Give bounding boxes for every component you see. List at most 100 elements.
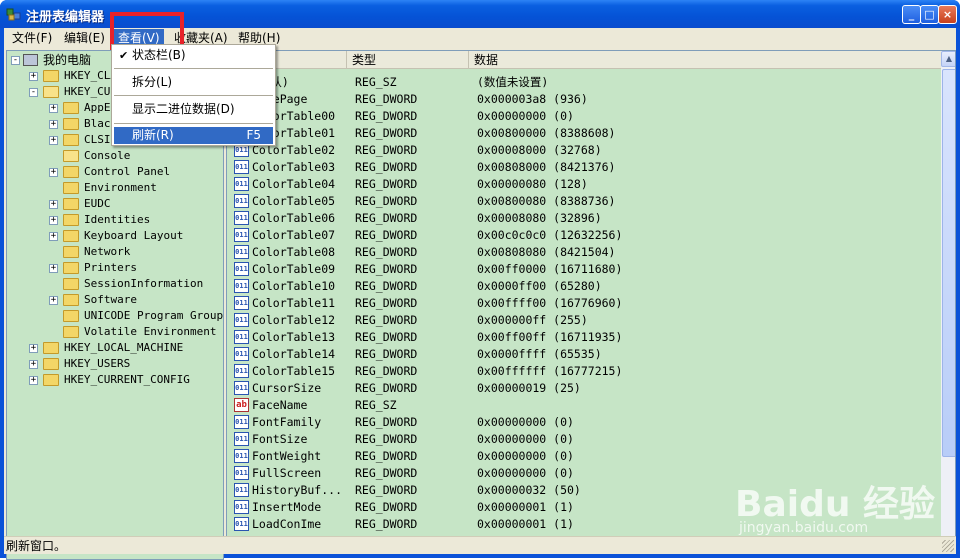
menu-item-statusbar[interactable]: ✔ 状态栏(B) xyxy=(114,47,273,64)
list-row[interactable]: 011 ColorTable03 REG_DWORD 0x00808000 (8421… xyxy=(227,159,939,176)
tree-item[interactable]: Identities xyxy=(84,212,150,228)
list-row[interactable]: 011ColorTable01REG_DWORD0x00800000 (8388… xyxy=(227,125,939,142)
expand-icon[interactable]: + xyxy=(49,104,58,113)
cell-type: REG_DWORD xyxy=(355,517,418,531)
list-row[interactable]: 011 ColorTable06 REG_DWORD 0x00008080 (3289… xyxy=(227,210,939,227)
expand-icon[interactable]: + xyxy=(49,200,58,209)
list-row[interactable]: 011 FullScreen REG_DWORD 0x00000000 (0) xyxy=(227,465,939,482)
list-row[interactable]: 011 ColorTable10 REG_DWORD 0x0000ff00 (6528… xyxy=(227,278,939,295)
string-value-icon: ab xyxy=(234,398,249,412)
cell-name: ColorTable15 xyxy=(252,364,336,378)
menu-item-show-binary[interactable]: 显示二进位数据(D) xyxy=(114,101,273,118)
tree-item[interactable]: Keyboard Layout xyxy=(84,228,183,244)
menu-item-shortcut: F5 xyxy=(246,128,261,142)
column-data-header[interactable]: 数据 xyxy=(469,51,943,69)
tree-item[interactable]: HKEY_LOCAL_MACHINE xyxy=(64,340,183,356)
cell-data: 0x00008000 (32768) xyxy=(477,143,602,157)
menu-item-refresh[interactable]: 刷新(R) F5 xyxy=(114,127,273,144)
column-type-header[interactable]: 类型 xyxy=(347,51,469,69)
expand-icon[interactable]: + xyxy=(29,376,38,385)
scrollbar-thumb[interactable] xyxy=(942,69,955,457)
expand-icon[interactable]: + xyxy=(29,360,38,369)
folder-icon xyxy=(63,134,79,146)
list-row[interactable]: 011 LoadConIme REG_DWORD 0x00000001 (1) xyxy=(227,516,939,533)
folder-open-icon xyxy=(43,86,59,98)
expand-icon[interactable]: + xyxy=(49,120,58,129)
list-row[interactable]: ab FaceName REG_SZ xyxy=(227,397,939,414)
expand-icon[interactable]: + xyxy=(29,344,38,353)
menu-edit[interactable]: 编辑(E) xyxy=(60,29,109,47)
maximize-button[interactable]: □ xyxy=(920,5,939,24)
list-row[interactable]: 011 ColorTable02 REG_DWORD 0x00008000 (3276… xyxy=(227,142,939,159)
tree-item[interactable]: Console xyxy=(84,148,130,164)
collapse-icon[interactable]: - xyxy=(29,88,38,97)
cell-data: 0x00000019 (25) xyxy=(477,381,581,395)
expand-icon[interactable]: + xyxy=(49,264,58,273)
list-row[interactable]: 011 FontFamily REG_DWORD 0x00000000 (0) xyxy=(227,414,939,431)
dword-value-icon: 011 xyxy=(234,279,249,293)
list-header: 名称 类型 数据 xyxy=(227,51,943,69)
list-row[interactable]: 011 ColorTable14 REG_DWORD 0x0000ffff (6553… xyxy=(227,346,939,363)
tree-item[interactable]: Volatile Environment xyxy=(84,324,216,340)
tree-item[interactable]: Control Panel xyxy=(84,164,170,180)
list-row[interactable]: 011 CursorSize REG_DWORD 0x00000019 (25) xyxy=(227,380,939,397)
cell-type: REG_SZ xyxy=(355,398,397,412)
expand-icon[interactable]: + xyxy=(49,216,58,225)
list-row[interactable]: 011 ColorTable15 REG_DWORD 0x00ffffff (1677… xyxy=(227,363,939,380)
menu-item-split[interactable]: 拆分(L) xyxy=(114,74,273,91)
cell-name: ColorTable03 xyxy=(252,160,336,174)
tree-item[interactable]: HKEY_CURRENT_CONFIG xyxy=(64,372,190,388)
cell-type: REG_DWORD xyxy=(355,313,418,327)
tree-item[interactable]: EUDC xyxy=(84,196,111,212)
list-row[interactable]: 011 HistoryBuf... REG_DWORD 0x00000032 (50) xyxy=(227,482,939,499)
list-row[interactable]: 011 ColorTable07 REG_DWORD 0x00c0c0c0 (1263… xyxy=(227,227,939,244)
tree-item[interactable]: HKEY_USERS xyxy=(64,356,130,372)
menu-file[interactable]: 文件(F) xyxy=(8,29,56,47)
expand-icon[interactable]: + xyxy=(49,232,58,241)
dword-value-icon: 011 xyxy=(234,160,249,174)
list-row[interactable]: 011 ColorTable12 REG_DWORD 0x000000ff (255) xyxy=(227,312,939,329)
dword-value-icon: 011 xyxy=(234,364,249,378)
minimize-button[interactable]: _ xyxy=(902,5,921,24)
tree-item[interactable]: Network xyxy=(84,244,130,260)
expand-icon[interactable]: + xyxy=(49,168,58,177)
tree-root-my-computer[interactable]: 我的电脑 xyxy=(43,52,91,68)
cell-data: 0x00800000 (8388608) xyxy=(477,126,616,140)
cell-data: (数值未设置) xyxy=(477,75,549,89)
list-row[interactable]: 011CodePageREG_DWORD0x000003a8 (936) xyxy=(227,91,939,108)
folder-icon xyxy=(63,246,79,258)
dword-value-icon: 011 xyxy=(234,483,249,497)
scroll-up-icon[interactable]: ▲ xyxy=(941,51,955,67)
list-row[interactable]: 011 ColorTable04 REG_DWORD 0x00000080 (128) xyxy=(227,176,939,193)
expand-icon[interactable]: + xyxy=(49,136,58,145)
cell-data: 0x00c0c0c0 (12632256) xyxy=(477,228,623,242)
folder-icon xyxy=(63,166,79,178)
value-list[interactable]: 名称 类型 数据 ab(默认)REG_SZ(数值未设置)011CodePageR… xyxy=(226,50,956,554)
collapse-icon[interactable]: - xyxy=(11,56,20,65)
list-row[interactable]: 011 ColorTable13 REG_DWORD 0x00ff00ff (1671… xyxy=(227,329,939,346)
close-button[interactable]: × xyxy=(938,5,957,24)
tree-item[interactable]: UNICODE Program Groups xyxy=(84,308,223,324)
expand-icon[interactable]: + xyxy=(49,296,58,305)
list-row[interactable]: ab(默认)REG_SZ(数值未设置) xyxy=(227,74,939,91)
list-row[interactable]: 011 ColorTable05 REG_DWORD 0x00800080 (8388… xyxy=(227,193,939,210)
list-row[interactable]: 011 FontWeight REG_DWORD 0x00000000 (0) xyxy=(227,448,939,465)
resize-grip-icon[interactable] xyxy=(942,540,954,552)
list-vertical-scrollbar[interactable]: ▲ ▼ xyxy=(941,51,955,553)
list-row[interactable]: 011 ColorTable09 REG_DWORD 0x00ff0000 (1671… xyxy=(227,261,939,278)
cell-type: REG_DWORD xyxy=(355,92,418,106)
cell-data: 0x00808000 (8421376) xyxy=(477,160,616,174)
tree-item[interactable]: SessionInformation xyxy=(84,276,203,292)
cell-type: REG_DWORD xyxy=(355,500,418,514)
list-row[interactable]: 011 InsertMode REG_DWORD 0x00000001 (1) xyxy=(227,499,939,516)
tree-item[interactable]: Software xyxy=(84,292,137,308)
list-row[interactable]: 011ColorTable00REG_DWORD0x00000000 (0) xyxy=(227,108,939,125)
menu-separator xyxy=(114,68,273,69)
list-row[interactable]: 011 FontSize REG_DWORD 0x00000000 (0) xyxy=(227,431,939,448)
list-row[interactable]: 011 ColorTable08 REG_DWORD 0x00808080 (8421… xyxy=(227,244,939,261)
title-bar[interactable]: 注册表编辑器 _ □ × xyxy=(0,0,960,28)
tree-item[interactable]: Printers xyxy=(84,260,137,276)
tree-item[interactable]: Environment xyxy=(84,180,157,196)
expand-icon[interactable]: + xyxy=(29,72,38,81)
list-row[interactable]: 011 ColorTable11 REG_DWORD 0x00ffff00 (1677… xyxy=(227,295,939,312)
